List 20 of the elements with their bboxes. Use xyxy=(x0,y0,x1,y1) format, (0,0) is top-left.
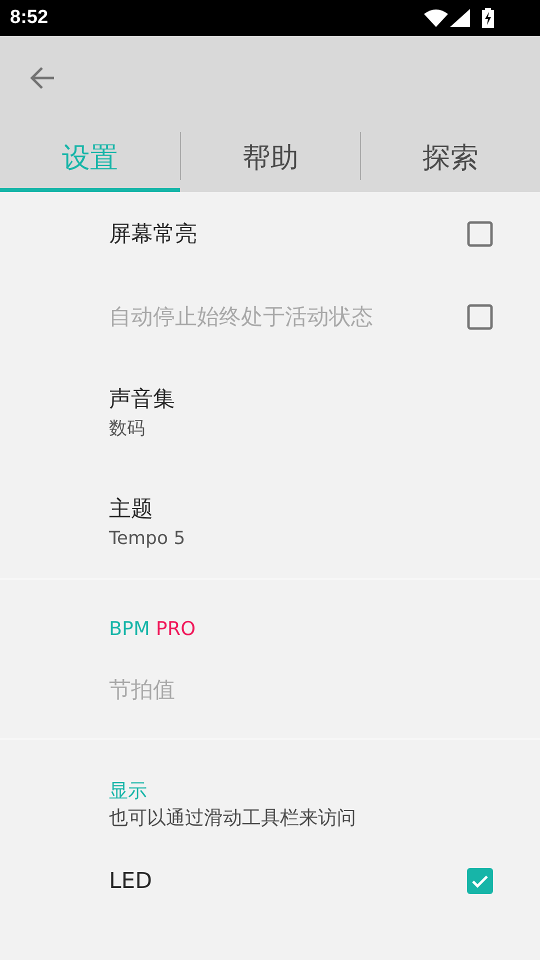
setting-title: 屏幕常亮 xyxy=(109,220,198,248)
wifi-icon xyxy=(424,9,448,27)
section-header: 显示 xyxy=(109,779,148,804)
battery-charging-icon xyxy=(482,8,494,28)
status-time: 8:52 xyxy=(10,6,48,30)
setting-value: 数码 xyxy=(109,417,146,441)
checkbox[interactable] xyxy=(467,868,493,894)
section-header: BPM PRO xyxy=(109,617,197,642)
setting-title: 自动停止始终处于活动状态 xyxy=(109,304,374,332)
setting-title: 声音集 xyxy=(109,386,176,414)
tab[interactable]: 帮助 xyxy=(181,132,360,192)
signal-icon xyxy=(450,9,470,27)
section-summary: 也可以通过滑动工具栏来访问 xyxy=(109,806,357,831)
back-arrow-icon xyxy=(29,66,55,90)
setting-title: 主题 xyxy=(109,496,154,524)
setting-title: 节拍值 xyxy=(109,676,175,704)
setting-title: LED xyxy=(109,868,154,896)
setting-value: Tempo 5 xyxy=(109,527,186,551)
tab[interactable]: 探索 xyxy=(361,132,540,192)
checkbox[interactable] xyxy=(467,221,493,247)
